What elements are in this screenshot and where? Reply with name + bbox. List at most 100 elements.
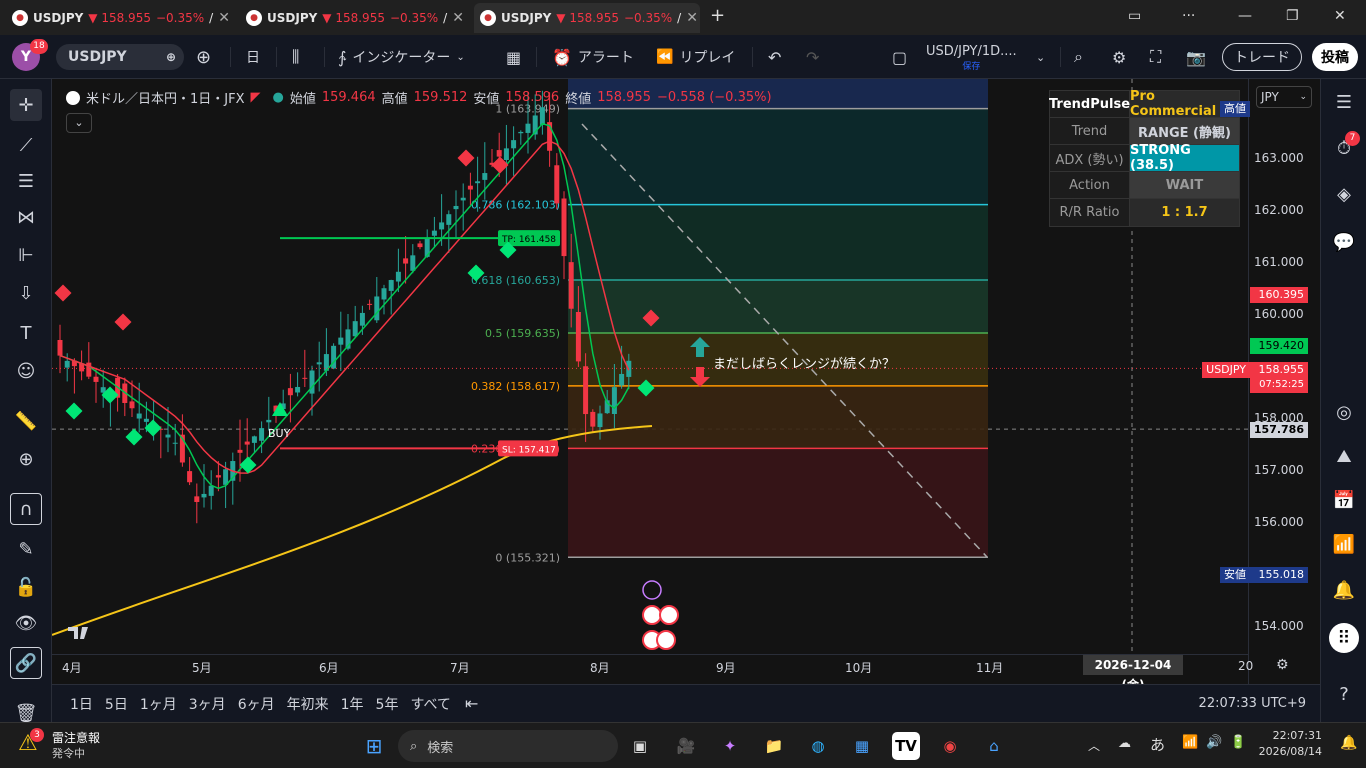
goto-date-icon[interactable]: ⇤ [465, 694, 478, 713]
chevron-down-icon: ⌄ [456, 51, 465, 63]
app-icon[interactable]: ⌂ [980, 732, 1008, 760]
range-5d[interactable]: 5日 [105, 694, 128, 714]
trendline-icon[interactable]: ⟋ [10, 129, 42, 161]
more-icon[interactable]: ··· [1182, 8, 1195, 24]
system-time[interactable]: 22:07:31 [1262, 729, 1322, 742]
zoom-icon[interactable]: ⊕ [10, 443, 42, 475]
magnet-icon[interactable]: ∩ [10, 493, 42, 525]
redo-icon[interactable]: ↷ [806, 44, 819, 70]
lock-icon[interactable]: 🔓 [10, 571, 42, 603]
quick-search-icon[interactable]: ⌕ [1074, 44, 1083, 70]
add-symbol-icon[interactable]: ⊕ [166, 50, 176, 64]
range-5y[interactable]: 5年 [376, 694, 399, 714]
forecast-icon[interactable]: ⊩ [10, 239, 42, 271]
range-3m[interactable]: 3ヶ月 [189, 694, 226, 714]
text-icon[interactable]: T [10, 317, 42, 349]
ruler-icon[interactable]: 📏 [10, 405, 42, 437]
eye-icon[interactable]: 👁 [10, 607, 42, 639]
time-axis[interactable] [52, 654, 1248, 684]
new-tab-icon[interactable]: + [710, 5, 725, 26]
indicators-button[interactable]: ∱ インジケーター ⌄ [338, 44, 465, 70]
stream-icon[interactable]: 📶 [1329, 529, 1359, 559]
settings-icon[interactable]: ⚙ [1112, 44, 1126, 70]
layout-icon[interactable]: ▢ [892, 44, 907, 70]
volume-icon[interactable]: 🔊 [1206, 735, 1222, 750]
folder-icon[interactable]: 📁 [760, 732, 788, 760]
wifi-icon[interactable]: 📶 [1182, 735, 1198, 750]
close-tab-icon[interactable]: ✕ [218, 10, 230, 26]
tradingview-icon[interactable]: TV [892, 732, 920, 760]
link-icon[interactable]: 🔗 [10, 647, 42, 679]
alert-button[interactable]: ⏰ アラート [552, 44, 634, 70]
ime-indicator[interactable]: あ [1150, 734, 1165, 755]
weather-title[interactable]: 雷注意報 [52, 729, 100, 746]
compare-icon[interactable]: ⊕ [196, 44, 211, 70]
system-date[interactable]: 2026/08/14 [1252, 745, 1322, 758]
notifications-icon[interactable]: 🔔 [1340, 735, 1357, 751]
close-tab-icon[interactable]: ✕ [686, 10, 698, 26]
collapse-legend-icon[interactable]: ⌄ [66, 113, 92, 133]
interval-button[interactable]: 日 [246, 44, 260, 70]
chevron-up-icon[interactable]: ︿ [1088, 737, 1100, 754]
timezone-clock[interactable]: 22:07:33 UTC+9 [1199, 696, 1306, 711]
bell-icon[interactable]: 🔔 [1329, 575, 1359, 605]
apps-icon[interactable]: ⠿ [1329, 623, 1359, 653]
candle-body [165, 434, 171, 438]
start-icon[interactable]: ⊞ [360, 732, 388, 760]
range-1y[interactable]: 1年 [341, 694, 364, 714]
axis-settings-icon[interactable]: ⚙ [1276, 657, 1289, 673]
range-1m[interactable]: 1ヶ月 [140, 694, 177, 714]
symbol-search[interactable]: USDJPY ⊕ [56, 44, 184, 70]
browser-tab[interactable]: ● USDJPY ▼ 158.955 −0.35% / ✕ [6, 3, 232, 33]
edge-icon[interactable]: ◍ [804, 732, 832, 760]
templates-icon[interactable]: ▦ [506, 44, 521, 70]
emoji-icon[interactable]: ☺ [10, 355, 42, 387]
fib-band [568, 108, 988, 205]
range-all[interactable]: すべて [410, 694, 450, 714]
network-status-icon[interactable]: ☁ [1118, 736, 1131, 751]
watchlist-icon[interactable]: ☰ [1329, 87, 1359, 117]
candle-body [194, 496, 200, 502]
chrome-icon[interactable]: ◉ [936, 732, 964, 760]
trade-button[interactable]: トレード [1222, 43, 1302, 71]
close-tab-icon[interactable]: ✕ [452, 10, 464, 26]
fullscreen-icon[interactable]: ⛶ [1150, 44, 1161, 70]
taskbar-search[interactable]: ⌕ 検索 [398, 730, 618, 762]
layers-icon[interactable]: ◈ [1329, 179, 1359, 209]
crosshair-icon[interactable]: ✛ [10, 89, 42, 121]
fib-tool-icon[interactable]: ☰ [10, 165, 42, 197]
battery-icon[interactable]: 🔋 [1230, 735, 1246, 750]
candle-type-icon[interactable]: ⫼ [292, 44, 299, 70]
lock-drawing-icon[interactable]: ✎ [10, 533, 42, 565]
chat-icon[interactable]: 💬 [1329, 227, 1359, 257]
replay-button[interactable]: ⏪ リプレイ [656, 44, 735, 70]
store-icon[interactable]: ▦ [848, 732, 876, 760]
brush-icon[interactable]: ⇩ [10, 277, 42, 309]
minimize-icon[interactable]: — [1238, 8, 1252, 24]
pattern-icon[interactable]: ⋈ [10, 201, 42, 233]
layout-name[interactable]: USD/JPY/1D.... 保存 [926, 44, 1017, 72]
range-ytd[interactable]: 年初来 [287, 694, 329, 714]
meet-icon[interactable]: 🎥 [672, 732, 700, 760]
range-6m[interactable]: 6ヶ月 [238, 694, 275, 714]
camera-icon[interactable]: 📷 [1186, 44, 1206, 70]
browser-tab-active[interactable]: ● USDJPY ▼ 158.955 −0.35% / ✕ [474, 3, 700, 33]
help-icon[interactable]: ? [1329, 679, 1359, 709]
publish-button[interactable]: 投稿 [1312, 43, 1358, 71]
close-window-icon[interactable]: ✕ [1334, 8, 1346, 24]
month-label: 20 [1238, 659, 1254, 673]
screen-icon[interactable]: ▭ [1128, 8, 1141, 24]
ideas-icon[interactable]: ⛰ [1329, 441, 1359, 471]
target-icon[interactable]: ◎ [1329, 397, 1359, 427]
currency-select[interactable]: JPY ⌄ [1256, 86, 1312, 108]
task-view-icon[interactable]: ▣ [626, 732, 654, 760]
undo-icon[interactable]: ↶ [768, 44, 781, 70]
browser-tab[interactable]: ● USDJPY ▼ 158.955 −0.35% / ✕ [240, 3, 466, 33]
copilot-icon[interactable]: ✦ [716, 732, 744, 760]
flag-marker-icon[interactable]: ◤ [251, 90, 261, 105]
calendar-icon[interactable]: 📅 [1329, 485, 1359, 515]
chevron-down-icon[interactable]: ⌄ [1036, 44, 1045, 70]
range-1d[interactable]: 1日 [70, 694, 93, 714]
maximize-icon[interactable]: ❐ [1286, 8, 1299, 24]
chart-pane[interactable]: 1 (163.949) 0.786 (162.103) 0.618 (160.653… [52, 79, 1320, 692]
